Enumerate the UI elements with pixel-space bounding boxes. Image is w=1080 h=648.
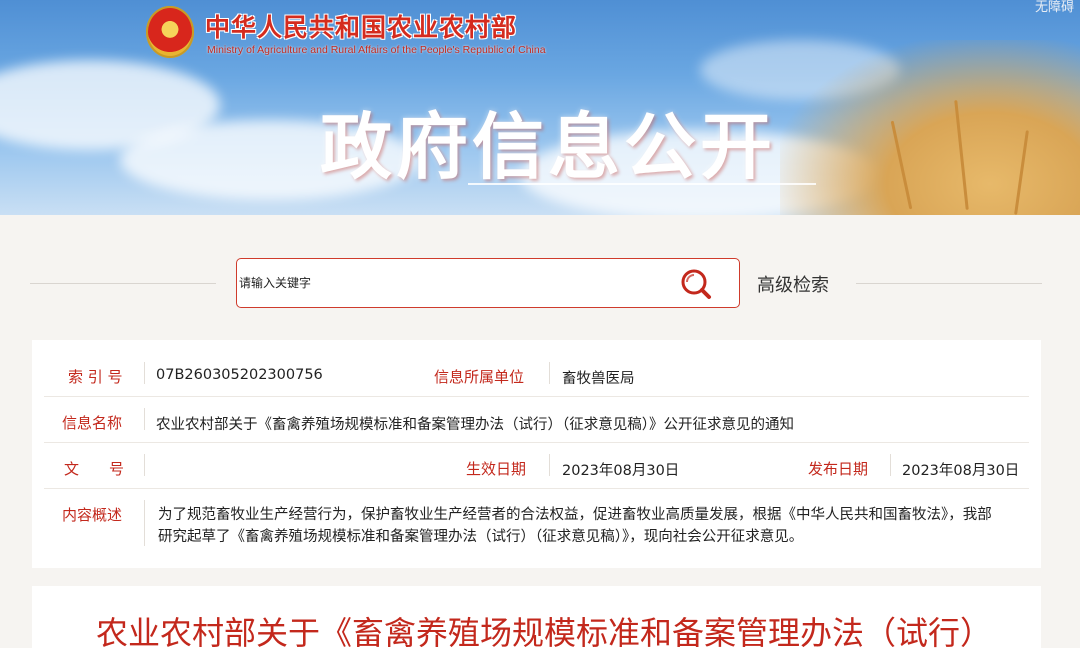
effective-date-value: 2023年08月30日 xyxy=(562,463,680,479)
org-value: 畜牧兽医局 xyxy=(562,371,635,387)
row-divider xyxy=(44,442,1029,443)
row-divider xyxy=(44,488,1029,489)
column-divider xyxy=(144,454,145,476)
search-icon xyxy=(681,269,711,299)
header-banner: 中华人民共和国农业农村部 Ministry of Agriculture and… xyxy=(0,0,1080,215)
column-divider xyxy=(144,362,145,384)
column-divider xyxy=(144,408,145,430)
row-divider xyxy=(44,396,1029,397)
article-title: 农业农村部关于《畜禽养殖场规模标准和备案管理办法（试行） xyxy=(96,614,993,648)
ministry-name-cn[interactable]: 中华人民共和国农业农村部 xyxy=(205,8,517,44)
index-number-value: 07B260305202300756 xyxy=(156,367,323,383)
column-divider xyxy=(549,362,550,384)
info-name-value: 农业农村部关于《畜禽养殖场规模标准和备案管理办法（试行）（征求意见稿）》公开征求… xyxy=(156,417,794,433)
accessibility-link[interactable]: 无障碍 xyxy=(1035,0,1074,15)
info-name-label: 信息名称 xyxy=(62,414,123,432)
national-emblem-icon[interactable] xyxy=(146,6,194,58)
advanced-search-link[interactable]: 高级检索 xyxy=(757,271,829,297)
effective-date-label: 生效日期 xyxy=(466,460,527,478)
publish-date-value: 2023年08月30日 xyxy=(902,463,1020,479)
divider-line xyxy=(856,283,1042,284)
title-underline xyxy=(468,183,816,185)
ministry-name-en: Ministry of Agriculture and Rural Affair… xyxy=(207,44,546,56)
column-divider xyxy=(890,454,891,476)
publish-date-label: 发布日期 xyxy=(808,460,869,478)
section-title: 政府信息公开 xyxy=(320,105,777,189)
doc-number-label: 文 号 xyxy=(64,460,125,478)
org-label: 信息所属单位 xyxy=(434,368,525,386)
search-bar xyxy=(236,258,740,308)
column-divider xyxy=(549,454,550,476)
article-panel: 农业农村部关于《畜禽养殖场规模标准和备案管理办法（试行） xyxy=(32,586,1041,648)
wheat-field-image xyxy=(780,40,1080,215)
search-input[interactable] xyxy=(237,259,667,306)
summary-label: 内容概述 xyxy=(62,506,123,524)
divider-line xyxy=(30,283,216,284)
search-button[interactable] xyxy=(677,267,717,301)
info-metadata-panel: 索 引 号 07B260305202300756 信息所属单位 畜牧兽医局 信息… xyxy=(32,340,1041,568)
column-divider xyxy=(144,500,145,546)
index-number-label: 索 引 号 xyxy=(68,368,123,386)
summary-value: 为了规范畜牧业生产经营行为，保护畜牧业生产经营者的合法权益，促进畜牧业高质量发展… xyxy=(158,507,992,545)
